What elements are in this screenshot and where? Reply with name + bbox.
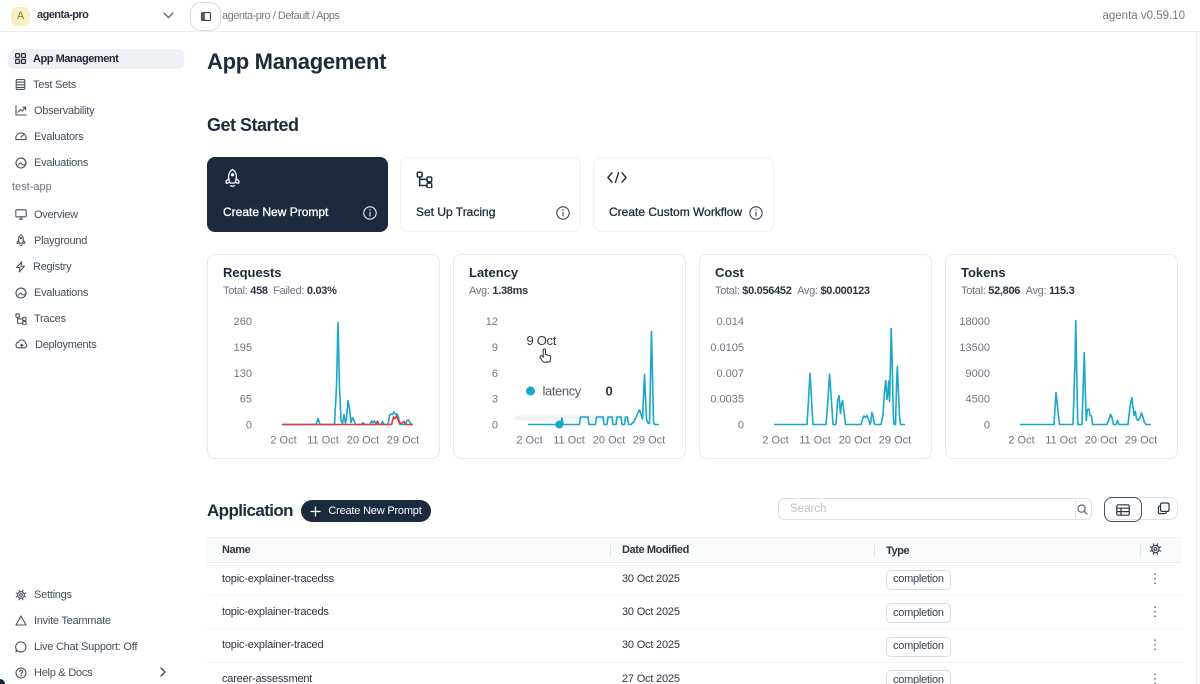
- svg-text:2 Oct: 2 Oct: [1008, 434, 1034, 446]
- svg-text:2 Oct: 2 Oct: [516, 434, 542, 446]
- svg-text:20 Oct: 20 Oct: [347, 434, 379, 446]
- svg-text:13500: 13500: [959, 341, 990, 353]
- svg-text:0: 0: [492, 419, 498, 431]
- svg-text:260: 260: [234, 316, 252, 328]
- svg-text:20 Oct: 20 Oct: [593, 434, 625, 446]
- svg-text:4500: 4500: [966, 393, 990, 405]
- svg-text:65: 65: [240, 393, 252, 405]
- svg-text:0: 0: [606, 383, 613, 398]
- svg-text:29 Oct: 29 Oct: [633, 434, 665, 446]
- svg-text:20 Oct: 20 Oct: [839, 434, 871, 446]
- svg-text:latency: latency: [543, 383, 582, 398]
- svg-text:0.014: 0.014: [716, 316, 744, 328]
- svg-text:9 Oct: 9 Oct: [527, 332, 557, 347]
- svg-text:11 Oct: 11 Oct: [1045, 434, 1077, 446]
- svg-text:6: 6: [492, 367, 498, 379]
- svg-text:0.0035: 0.0035: [710, 393, 744, 405]
- svg-text:11 Oct: 11 Oct: [553, 434, 585, 446]
- svg-text:130: 130: [234, 367, 252, 379]
- svg-text:2 Oct: 2 Oct: [762, 434, 788, 446]
- svg-text:11 Oct: 11 Oct: [307, 434, 339, 446]
- svg-text:9000: 9000: [966, 367, 990, 379]
- svg-text:9: 9: [492, 341, 498, 353]
- svg-text:29 Oct: 29 Oct: [879, 434, 911, 446]
- svg-text:20 Oct: 20 Oct: [1085, 434, 1117, 446]
- svg-text:29 Oct: 29 Oct: [1125, 434, 1157, 446]
- svg-text:195: 195: [234, 341, 252, 353]
- svg-text:29 Oct: 29 Oct: [387, 434, 419, 446]
- svg-text:3: 3: [492, 393, 498, 405]
- svg-text:0: 0: [246, 419, 252, 431]
- svg-text:18000: 18000: [959, 316, 990, 328]
- svg-text:0.0105: 0.0105: [710, 341, 744, 353]
- svg-text:0: 0: [738, 419, 744, 431]
- svg-text:0.007: 0.007: [716, 367, 744, 379]
- svg-text:2 Oct: 2 Oct: [270, 434, 296, 446]
- svg-text:12: 12: [486, 316, 498, 328]
- svg-text:11 Oct: 11 Oct: [799, 434, 831, 446]
- svg-text:0: 0: [984, 419, 990, 431]
